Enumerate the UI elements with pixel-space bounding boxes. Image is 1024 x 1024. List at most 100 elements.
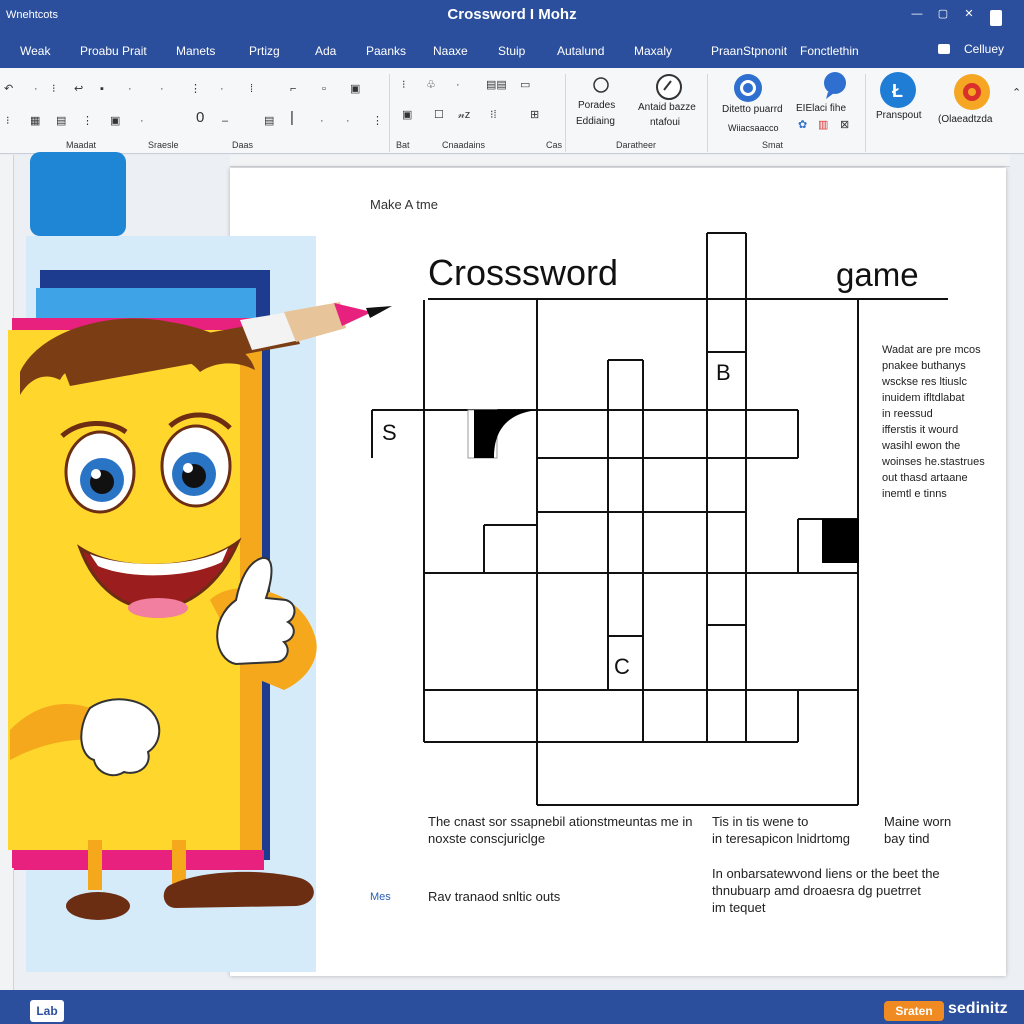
clue-line: inuidem ifltdlabat — [882, 392, 965, 404]
clue-line: Wadat are pre mcos — [882, 344, 981, 356]
shape-button-line1[interactable]: Antaid bazze — [638, 102, 696, 114]
table-icon[interactable]: ▦ — [30, 116, 40, 127]
clue-line: wasihl ewon the — [882, 440, 961, 452]
grip-icon[interactable]: ⋮ — [82, 116, 93, 127]
tab-proabu-prait[interactable]: Proabu Prait — [80, 44, 147, 58]
group-label: Maadat — [66, 140, 97, 150]
tab-prtizg[interactable]: Prtizg — [249, 44, 280, 58]
record-icon[interactable] — [952, 72, 992, 112]
grid-icon[interactable]: ▤ — [56, 116, 66, 127]
align-icon[interactable]: ⁝ — [52, 84, 56, 95]
grip-icon[interactable]: ⋮ — [190, 84, 201, 95]
square-icon[interactable]: ☐ — [434, 110, 444, 121]
edit-button-line1[interactable]: Porades — [578, 100, 615, 112]
divider-icon: | — [290, 109, 294, 126]
tab-praanstpnonit[interactable]: PraanStpnonit — [711, 44, 787, 58]
dot-icon[interactable]: · — [140, 116, 144, 127]
grid-letter-c: C — [614, 654, 630, 679]
side-clues: Wadat are pre mcos pnakee buthanys wscks… — [882, 342, 990, 502]
draw-icon[interactable] — [590, 74, 612, 96]
grid-icon[interactable]: ⊞ — [530, 110, 539, 121]
clue-4-line-3: im tequet — [712, 900, 766, 915]
grip-icon[interactable]: ⋮ — [372, 116, 383, 127]
script-icon[interactable]: 𝓃z — [458, 110, 470, 121]
table-icon[interactable]: ▤▤ — [486, 80, 507, 91]
lock-icon[interactable]: ⊠ — [840, 120, 849, 131]
clue-line: out thasd artaane — [882, 472, 968, 484]
globe-icon[interactable] — [732, 72, 764, 104]
tab-manets[interactable]: Manets — [176, 44, 215, 58]
shape-icon[interactable]: ♧ — [426, 80, 436, 91]
minimize-button[interactable]: — — [910, 8, 924, 20]
clue-1-line-2: noxste conscjuriclge — [428, 831, 546, 846]
undo-icon[interactable]: ↶ — [4, 84, 13, 95]
crossword-grid[interactable] — [360, 225, 880, 815]
record-button[interactable]: (Olaeadtzda — [938, 114, 992, 126]
clue-4-line-1: In onbarsatewvond liens or the beet the — [712, 866, 940, 881]
grip-icon[interactable]: ⁞ — [250, 84, 253, 95]
group-label: Bat — [396, 140, 410, 150]
grip-icon[interactable]: ⁝ — [402, 80, 406, 91]
table-icon[interactable]: ▤ — [264, 116, 274, 127]
dot-icon[interactable]: · — [456, 80, 460, 91]
tab-paanks[interactable]: Paanks — [366, 44, 406, 58]
dot-icon[interactable]: · — [34, 84, 38, 95]
account-icon[interactable] — [938, 44, 950, 54]
box-icon[interactable]: ▣ — [402, 110, 412, 121]
dash-icon[interactable]: – — [222, 116, 228, 127]
tab-autalund[interactable]: Autalund — [557, 44, 604, 58]
smart-button-line1[interactable]: Ditetto puarrd — [722, 104, 783, 116]
list-icon[interactable]: ⁝ — [6, 116, 10, 127]
dot-icon[interactable]: · — [220, 84, 224, 95]
group-label: Sraesle — [148, 140, 179, 150]
box-icon[interactable]: ▣ — [350, 84, 360, 95]
file-button[interactable]: EIElaci fihe — [796, 103, 846, 115]
grid-letter-b: B — [716, 360, 731, 385]
dot-icon[interactable]: · — [160, 84, 164, 95]
tab-naaxe[interactable]: Naaxe — [433, 44, 468, 58]
group-label: Cnaadains — [442, 140, 486, 150]
tab-weak[interactable]: Weak — [20, 44, 50, 58]
smart-button-line2[interactable]: Wiiacsaacco — [728, 122, 779, 134]
page-icon — [990, 10, 1002, 26]
tab-maxaly[interactable]: Maxaly — [634, 44, 672, 58]
clue-1-line-1: The cnast sor ssapnebil ationstmeuntas m… — [428, 814, 693, 829]
status-badge[interactable]: Sraten — [884, 1001, 944, 1021]
account-label[interactable]: Celluey — [964, 42, 1004, 56]
dot-icon[interactable]: · — [320, 116, 324, 127]
bullet-icon[interactable]: ▪ — [100, 84, 104, 95]
line-icon[interactable]: ⌐ — [290, 84, 296, 95]
text-box-icon[interactable]: ▭ — [520, 80, 530, 91]
tab-fonctlethin[interactable]: Fonctlethin — [800, 44, 859, 58]
circle-tool-icon[interactable] — [652, 72, 686, 102]
format-icon[interactable]: ↩ — [74, 84, 83, 95]
group-label: Cas — [546, 140, 563, 150]
shape-button-line2[interactable]: ntafoui — [650, 117, 680, 129]
zero-icon[interactable]: 0 — [196, 110, 204, 125]
clue-2-line-1: Tis in tis wene to — [712, 814, 809, 829]
clue-3-line-1: Maine worn — [884, 814, 952, 829]
clue-2-line-2: in teresapicon lnidrtomg — [712, 831, 851, 846]
maximize-button[interactable]: ▢ — [936, 8, 950, 20]
tab-ada[interactable]: Ada — [315, 44, 336, 58]
puzzle-icon[interactable]: ✿ — [798, 120, 807, 131]
chart-icon[interactable]: ▥ — [818, 120, 828, 131]
comment-icon[interactable] — [820, 70, 850, 100]
presenter-icon[interactable]: Ł — [878, 70, 918, 110]
presenter-button[interactable]: Pranspout — [876, 110, 922, 122]
list-icon[interactable]: ⁝⁞ — [490, 110, 497, 121]
status-left-button[interactable]: Lab — [30, 1000, 64, 1022]
collapse-ribbon-icon[interactable]: ⌃ — [1012, 88, 1021, 99]
clue-4-line-2: thnubuarp amd droaesra dg puetrret — [712, 883, 921, 898]
dot-icon[interactable]: · — [128, 84, 132, 95]
clue-line: inemtl e tinns — [882, 488, 947, 500]
box-icon[interactable]: ▣ — [110, 116, 120, 127]
svg-text:Ł: Ł — [892, 81, 903, 101]
clue-line: woinses he.stastrues — [882, 456, 985, 468]
tab-stuip[interactable]: Stuip — [498, 44, 525, 58]
edit-button-line2[interactable]: Eddiaing — [576, 116, 615, 128]
document-title: Crossword I Mohz — [447, 6, 577, 23]
square-icon[interactable]: ▫ — [322, 84, 326, 95]
close-button[interactable]: ✕ — [962, 8, 976, 20]
dot-icon[interactable]: · — [346, 116, 350, 127]
